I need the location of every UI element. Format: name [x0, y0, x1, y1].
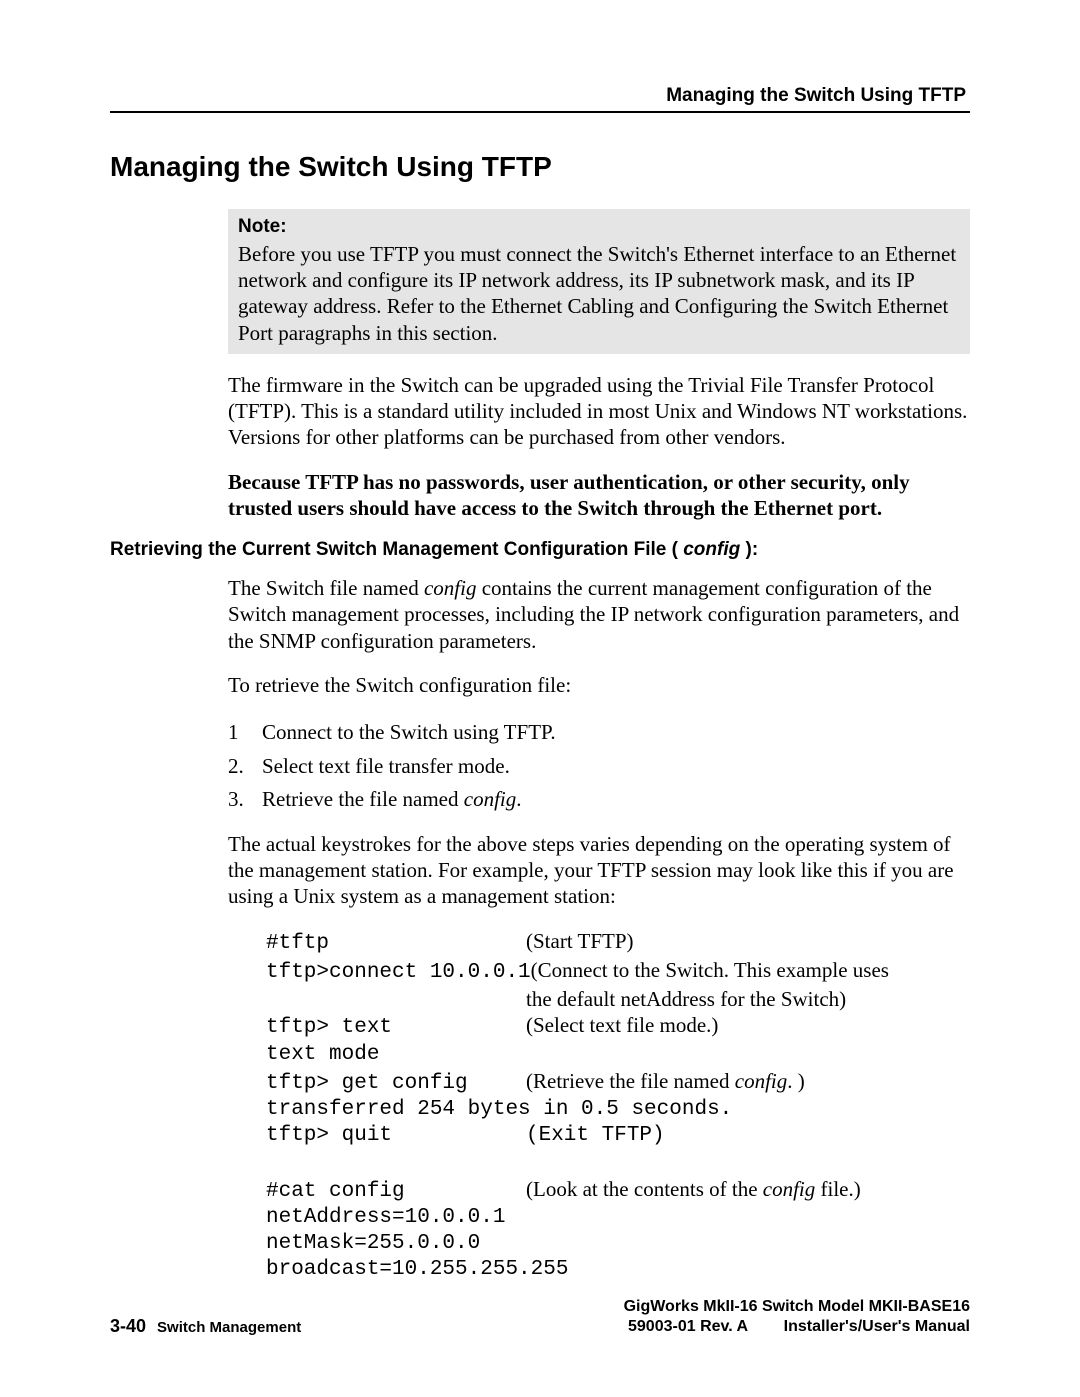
document-page: Managing the Switch Using TFTP Managing …: [0, 0, 1080, 1397]
session-row: #tftp (Start TFTP): [266, 928, 970, 957]
para-security-warning: Because TFTP has no passwords, user auth…: [228, 469, 970, 522]
r8-post: file.): [815, 1177, 860, 1201]
list-item: 1 Connect to the Switch using TFTP.: [228, 716, 970, 750]
session-output: text mode: [266, 1042, 379, 1068]
session-row: tftp> get config (Retrieve the file name…: [266, 1068, 970, 1097]
para-keystrokes: The actual keystrokes for the above step…: [228, 831, 970, 910]
heading-1: Managing the Switch Using TFTP: [110, 151, 970, 183]
session-desc-mono: (Exit TFTP): [526, 1123, 665, 1149]
session-desc: (Retrieve the file named config. ): [526, 1068, 970, 1094]
list-text: Retrieve the file named config.: [262, 783, 970, 817]
session-row: netMask=255.0.0.0: [266, 1231, 970, 1257]
session-row: tftp>connect 10.0.0.1 (Connect to the Sw…: [266, 957, 970, 986]
footer-page-num: 3-40: [110, 1316, 146, 1336]
note-text: Before you use TFTP you must connect the…: [238, 241, 960, 346]
r5-ital: config: [735, 1069, 788, 1093]
tftp-session: #tftp (Start TFTP) tftp>connect 10.0.0.1…: [266, 928, 970, 1284]
session-cmd: tftp>connect 10.0.0.1: [266, 960, 531, 986]
running-head: Managing the Switch Using TFTP: [110, 85, 970, 107]
li3-ital: config: [464, 787, 517, 811]
para-firmware: The firmware in the Switch can be upgrad…: [228, 372, 970, 451]
para-retrieve-intro: To retrieve the Switch configuration fil…: [228, 672, 970, 698]
footer-right: GigWorks MkII-16 Switch Model MKII-BASE1…: [624, 1297, 970, 1337]
list-text: Select text file transfer mode.: [262, 750, 970, 784]
footer-manual: Installer's/User's Manual: [784, 1318, 970, 1335]
r5-post: . ): [787, 1069, 805, 1093]
list-num: 3.: [228, 783, 262, 817]
r8-pre: (Look at the contents of the: [526, 1177, 763, 1201]
footer-product: GigWorks MkII-16 Switch Model MKII-BASE1…: [624, 1297, 970, 1317]
session-cmd: tftp> text: [266, 1015, 526, 1041]
session-desc: (Select text file mode.): [526, 1012, 970, 1038]
li3-post: .: [516, 787, 521, 811]
para3-pre: The Switch file named: [228, 576, 424, 600]
session-cmd: #cat config: [266, 1179, 526, 1205]
body-indent-2: The Switch file named config contains th…: [228, 575, 970, 910]
list-text: Connect to the Switch using TFTP.: [262, 716, 970, 750]
footer-rev: 59003-01 Rev. A: [628, 1318, 748, 1335]
session-output: netMask=255.0.0.0: [266, 1231, 480, 1257]
page-footer: 3-40 Switch Management GigWorks MkII-16 …: [110, 1297, 970, 1337]
session-desc: (Start TFTP): [526, 928, 970, 954]
session-row: broadcast=10.255.255.255: [266, 1257, 970, 1283]
session-row: text mode: [266, 1042, 970, 1068]
session-output: netAddress=10.0.0.1: [266, 1205, 505, 1231]
session-output: broadcast=10.255.255.255: [266, 1257, 568, 1283]
session-row: tftp> text (Select text file mode.): [266, 1012, 970, 1041]
session-desc: (Look at the contents of the config file…: [526, 1176, 970, 1202]
session-cmd: #tftp: [266, 931, 526, 957]
h2-ital: config: [678, 539, 746, 560]
footer-section: Switch Management: [157, 1319, 301, 1336]
session-row: the default netAddress for the Switch): [266, 986, 970, 1012]
heading-2: Retrieving the Current Switch Management…: [110, 539, 970, 561]
session-gap: [266, 1150, 970, 1176]
list-num: 1: [228, 716, 262, 750]
r5-pre: (Retrieve the file named: [526, 1069, 735, 1093]
body-indent: Note: Before you use TFTP you must conne…: [228, 209, 970, 521]
session-row: netAddress=10.0.0.1: [266, 1205, 970, 1231]
session-row: tftp> quit (Exit TFTP): [266, 1123, 970, 1149]
note-box: Note: Before you use TFTP you must conne…: [228, 209, 970, 354]
session-row: transferred 254 bytes in 0.5 seconds.: [266, 1097, 970, 1123]
h2-post: ):: [746, 539, 759, 560]
note-label: Note:: [238, 215, 960, 239]
header-rule: [110, 111, 970, 113]
session-cmd: tftp> quit: [266, 1123, 526, 1149]
list-item: 3. Retrieve the file named config.: [228, 783, 970, 817]
r8-ital: config: [763, 1177, 816, 1201]
session-cmd: tftp> get config: [266, 1071, 526, 1097]
session-row: #cat config (Look at the contents of the…: [266, 1176, 970, 1205]
para3-ital: config: [424, 576, 477, 600]
list-item: 2. Select text file transfer mode.: [228, 750, 970, 784]
list-num: 2.: [228, 750, 262, 784]
para-config-desc: The Switch file named config contains th…: [228, 575, 970, 654]
footer-left: 3-40 Switch Management: [110, 1316, 301, 1337]
h2-pre: Retrieving the Current Switch Management…: [110, 539, 678, 560]
footer-doc-id: 59003-01 Rev. A Installer's/User's Manua…: [624, 1317, 970, 1337]
session-desc: the default netAddress for the Switch): [526, 986, 970, 1012]
ordered-list: 1 Connect to the Switch using TFTP. 2. S…: [228, 716, 970, 817]
session-desc: (Connect to the Switch. This example use…: [531, 957, 970, 983]
session-output: transferred 254 bytes in 0.5 seconds.: [266, 1097, 732, 1123]
li3-pre: Retrieve the file named: [262, 787, 464, 811]
